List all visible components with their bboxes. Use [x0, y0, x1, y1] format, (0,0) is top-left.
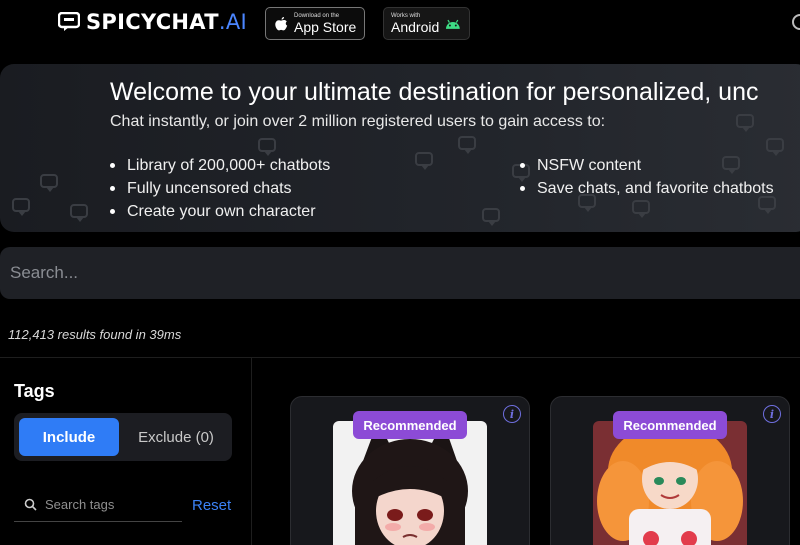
- background-chat-icon: [736, 114, 754, 132]
- feature-list-right: NSFW content Save chats, and favorite ch…: [520, 154, 774, 200]
- main-search-bar[interactable]: [0, 247, 800, 299]
- info-icon[interactable]: i: [503, 405, 521, 423]
- feature-item: Library of 200,000+ chatbots: [110, 154, 330, 177]
- recommended-badge: Recommended: [613, 411, 727, 439]
- android-label: Android: [391, 19, 440, 35]
- feature-item: Save chats, and favorite chatbots: [520, 177, 774, 200]
- background-chat-icon: [70, 204, 88, 222]
- character-portrait-dark-hair: [333, 421, 487, 545]
- android-robot-icon: [446, 19, 461, 29]
- logo-brand: SPICYCHAT: [86, 10, 219, 34]
- include-button[interactable]: Include: [19, 418, 119, 456]
- background-chat-icon: [12, 198, 30, 216]
- bullet-icon: [110, 186, 115, 191]
- feature-text: Create your own character: [127, 202, 316, 220]
- background-chat-icon: [40, 174, 58, 192]
- search-icon: [24, 498, 37, 511]
- account-icon[interactable]: [792, 14, 800, 30]
- background-chat-icon: [458, 136, 476, 154]
- top-header: SPICYCHAT.AI Download on the App Store W…: [0, 0, 800, 56]
- logo-text: SPICYCHAT.AI: [86, 10, 247, 34]
- android-badge[interactable]: Works with Android: [383, 7, 470, 40]
- app-store-label: App Store: [294, 19, 357, 35]
- bullet-icon: [520, 163, 525, 168]
- divider: [0, 357, 800, 358]
- background-chat-icon: [482, 208, 500, 226]
- logo-tld: .AI: [218, 10, 247, 34]
- tag-search-input[interactable]: [45, 497, 165, 512]
- feature-list-left: Library of 200,000+ chatbots Fully uncen…: [110, 154, 330, 223]
- feature-text: Library of 200,000+ chatbots: [127, 156, 331, 174]
- character-image: [593, 421, 747, 545]
- feature-item: Create your own character: [110, 200, 330, 223]
- character-card[interactable]: Recommended i: [550, 396, 790, 545]
- tags-heading: Tags: [14, 381, 55, 401]
- bullet-icon: [520, 186, 525, 191]
- feature-item: Fully uncensored chats: [110, 177, 330, 200]
- recommended-badge: Recommended: [353, 411, 467, 439]
- character-portrait-orange-hair: [593, 421, 747, 545]
- background-chat-icon: [415, 152, 433, 170]
- background-chat-icon: [258, 138, 276, 156]
- info-icon[interactable]: i: [763, 405, 781, 423]
- logo[interactable]: SPICYCHAT.AI: [58, 10, 247, 34]
- chat-bubble-logo-icon: [58, 12, 80, 31]
- bullet-icon: [110, 209, 115, 214]
- character-card[interactable]: Recommended i: [290, 396, 530, 545]
- results-count: 112,413 results found in 39ms: [8, 327, 182, 342]
- feature-item: NSFW content: [520, 154, 774, 177]
- character-image: [333, 421, 487, 545]
- feature-text: Fully uncensored chats: [127, 179, 292, 197]
- reset-link[interactable]: Reset: [192, 497, 231, 514]
- bullet-icon: [110, 163, 115, 168]
- feature-text: Save chats, and favorite chatbots: [537, 179, 774, 197]
- exclude-button[interactable]: Exclude (0): [126, 418, 226, 456]
- feature-text: NSFW content: [537, 156, 642, 174]
- search-input[interactable]: [10, 263, 800, 283]
- banner-subtitle: Chat instantly, or join over 2 million r…: [110, 113, 606, 130]
- banner-title: Welcome to your ultimate destination for…: [110, 78, 759, 106]
- include-exclude-toggle: Include Exclude (0): [14, 413, 232, 461]
- app-store-badge[interactable]: Download on the App Store: [265, 7, 365, 40]
- tag-search-field[interactable]: [14, 488, 182, 522]
- background-chat-icon: [766, 138, 784, 156]
- welcome-banner: Welcome to your ultimate destination for…: [0, 64, 800, 232]
- sidebar-divider: [251, 358, 252, 545]
- apple-icon: [275, 16, 288, 30]
- background-chat-icon: [632, 200, 650, 218]
